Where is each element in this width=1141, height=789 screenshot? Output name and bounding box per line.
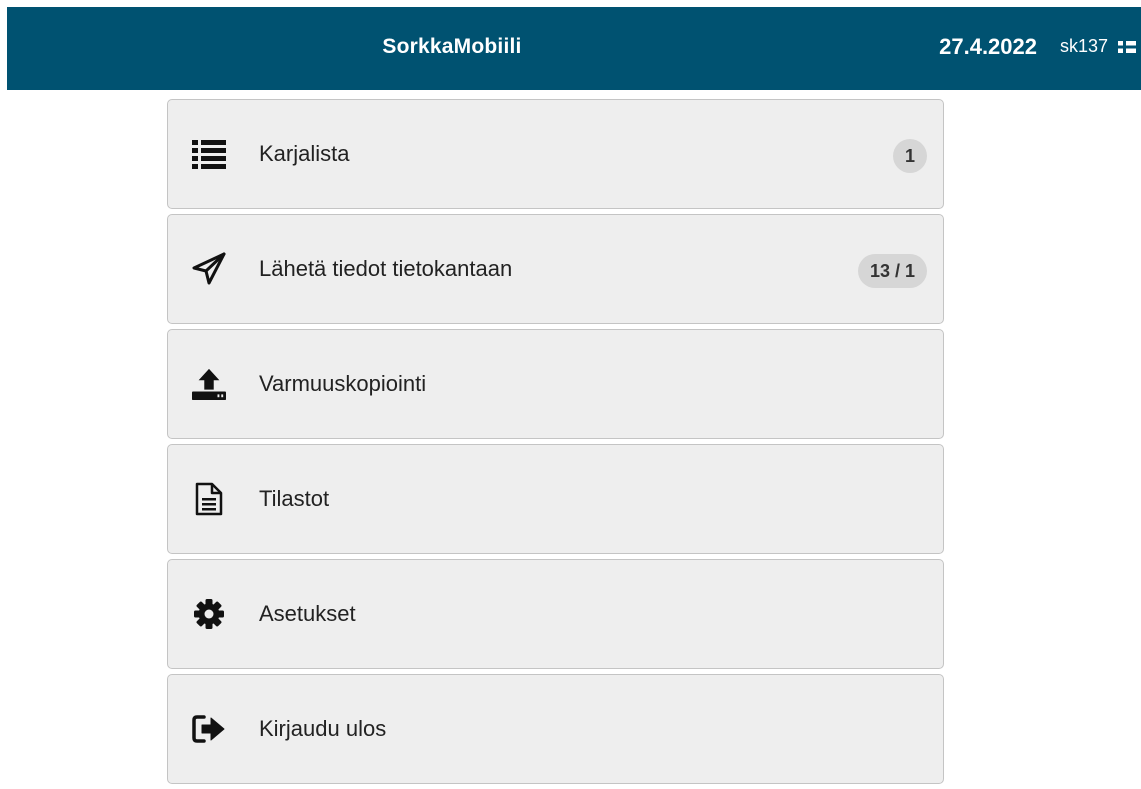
menu-item-label: Karjalista [259,141,350,166]
main-menu: Karjalista 1 Lähetä tiedot tietokantaan … [167,99,944,789]
finland-flag-icon[interactable] [1118,41,1136,53]
menu-item-settings[interactable]: Asetukset [167,559,944,669]
menu-item-logout[interactable]: Kirjaudu ulos [167,674,944,784]
top-bar: SorkkaMobiili 27.4.2022 sk137 [7,7,1141,90]
menu-item-label: Asetukset [259,601,356,626]
menu-item-backup[interactable]: Varmuuskopiointi [167,329,944,439]
sign-out-icon [192,712,226,746]
app-title: SorkkaMobiili [382,35,522,58]
menu-item-karjalista[interactable]: Karjalista 1 [167,99,944,209]
menu-item-label: Kirjaudu ulos [259,716,387,741]
count-badge: 13 / 1 [857,254,927,288]
menu-item-label: Lähetä tiedot tietokantaan [259,256,513,281]
paper-plane-icon [192,252,226,286]
menu-item-label: Tilastot [259,486,330,511]
document-icon [192,482,226,516]
current-date: 27.4.2022 [939,34,1037,59]
gear-icon [192,597,226,631]
upload-icon [192,367,226,401]
menu-item-send-data[interactable]: Lähetä tiedot tietokantaan 13 / 1 [167,214,944,324]
count-badge: 1 [892,139,927,173]
list-icon [192,137,226,171]
menu-item-label: Varmuuskopiointi [259,371,427,396]
username: sk137 [1059,36,1108,56]
menu-item-statistics[interactable]: Tilastot [167,444,944,554]
